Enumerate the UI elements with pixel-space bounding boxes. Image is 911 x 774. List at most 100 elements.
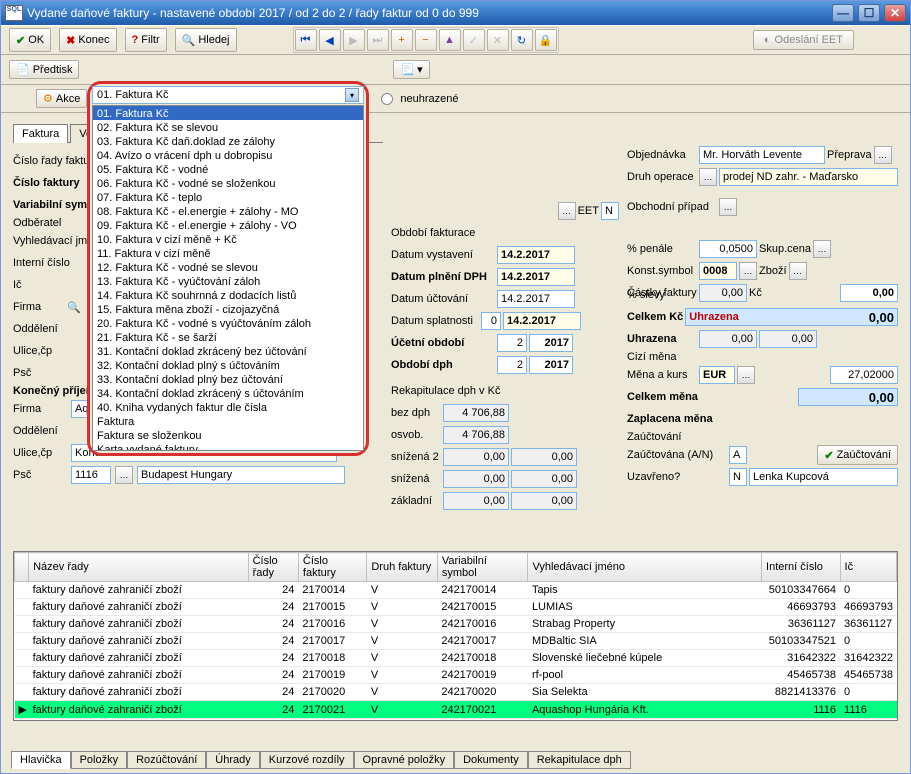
table-row[interactable]: faktury daňové zahraničí zboží242170015V… <box>15 599 897 616</box>
add-button[interactable]: + <box>391 29 413 51</box>
ucetni-m-field[interactable]: 2 <box>497 334 527 352</box>
psc2-pick-button[interactable]: … <box>115 466 133 484</box>
grid-header[interactable]: Název řady <box>29 553 248 582</box>
close-button[interactable]: ✕ <box>884 4 906 22</box>
konec-button[interactable]: ✖Konec <box>59 28 116 52</box>
psc2-code-field[interactable]: 1116 <box>71 466 111 484</box>
uzavreno-field[interactable]: N <box>729 468 747 486</box>
template-option[interactable]: Faktura <box>93 414 363 428</box>
grid-header[interactable]: Vyhledávací jméno <box>528 553 762 582</box>
template-option[interactable]: 03. Faktura Kč daň.doklad ze zálohy <box>93 134 363 148</box>
eet-button[interactable]: ◐Odeslání EET <box>753 30 854 50</box>
template-option[interactable]: Faktura se složenkou <box>93 428 363 442</box>
neuhrazene-radio[interactable] <box>381 93 393 105</box>
template-option[interactable]: 02. Faktura Kč se slevou <box>93 120 363 134</box>
preprava-pick[interactable]: … <box>874 146 892 164</box>
grid-header[interactable]: Interní číslo <box>762 553 841 582</box>
nav-prev-button[interactable]: ◀ <box>319 29 341 51</box>
zauct-an-field[interactable]: A <box>729 446 747 464</box>
cancel-edit-button[interactable]: ✕ <box>487 29 509 51</box>
splat-offset-field[interactable]: 0 <box>481 312 501 330</box>
refresh-button[interactable]: ↻ <box>511 29 533 51</box>
datum-dph-field[interactable]: 14.2.2017 <box>497 268 575 286</box>
table-row[interactable]: faktury daňové zahraničí zboží242170016V… <box>15 616 897 633</box>
hledej-button[interactable]: 🔍Hledej <box>175 28 237 52</box>
template-combo[interactable]: 01. Faktura Kč ▾ <box>92 86 364 104</box>
template-list[interactable]: 01. Faktura Kč02. Faktura Kč se slevou03… <box>92 105 364 451</box>
template-option[interactable]: 11. Faktura v cizí měně <box>93 246 363 260</box>
template-option[interactable]: 01. Faktura Kč <box>93 106 363 120</box>
table-row[interactable]: ▶faktury daňové zahraničí zboží242170021… <box>15 701 897 719</box>
objednavka-field[interactable]: Mr. Horváth Levente <box>699 146 825 164</box>
template-option[interactable]: 10. Faktura v cizí měně + Kč <box>93 232 363 246</box>
template-option[interactable]: 07. Faktura Kč - teplo <box>93 190 363 204</box>
template-option[interactable]: 32. Kontační doklad plný s účtováním <box>93 358 363 372</box>
tran-pick-button[interactable]: … <box>558 202 576 220</box>
template-option[interactable]: 05. Faktura Kč - vodné <box>93 162 363 176</box>
grid-header[interactable]: Variabilní symbol <box>437 553 528 582</box>
maximize-button[interactable]: ☐ <box>858 4 880 22</box>
doc-dropdown-button[interactable]: 📃▾ <box>393 60 429 79</box>
detail-tab[interactable]: Opravné položky <box>354 751 455 769</box>
up-button[interactable]: ▲ <box>439 29 461 51</box>
template-option[interactable]: 14. Faktura Kč souhrnná z dodacích listů <box>93 288 363 302</box>
grid-header[interactable]: Druh faktury <box>367 553 437 582</box>
skup-cena-pick[interactable]: … <box>813 240 831 258</box>
minimize-button[interactable]: — <box>832 4 854 22</box>
grid-header[interactable]: Číslo faktury <box>298 553 366 582</box>
obch-pripad-pick[interactable]: … <box>719 198 737 216</box>
detail-tab[interactable]: Dokumenty <box>454 751 528 769</box>
template-option[interactable]: 34. Kontační doklad zkrácený s účtováním <box>93 386 363 400</box>
konst-sym-field[interactable]: 0008 <box>699 262 737 280</box>
template-option[interactable]: 08. Faktura Kč - el.energie + zálohy - M… <box>93 204 363 218</box>
template-option[interactable]: 12. Faktura Kč - vodné se slevou <box>93 260 363 274</box>
filtr-button[interactable]: ?Filtr <box>125 28 167 52</box>
datum-vyst-field[interactable]: 14.2.2017 <box>497 246 575 264</box>
grid-header[interactable] <box>15 553 29 582</box>
druh-op-pick[interactable]: … <box>699 168 717 186</box>
pct-slevy-field[interactable]: 0,00 <box>840 284 898 302</box>
eet-field[interactable]: N <box>601 202 619 220</box>
template-option[interactable]: 21. Faktura Kč - se šarží <box>93 330 363 344</box>
template-option[interactable]: 31. Kontační doklad zkrácený bez účtován… <box>93 344 363 358</box>
mena-pick[interactable]: … <box>737 366 755 384</box>
predtisk-button[interactable]: 📄Předtisk <box>9 60 79 79</box>
nav-first-button[interactable]: ⏮ <box>295 29 317 51</box>
obdobi-dph-m-field[interactable]: 2 <box>497 356 527 374</box>
table-row[interactable]: faktury daňové zahraničí zboží242170018V… <box>15 650 897 667</box>
confirm-button[interactable]: ✓ <box>463 29 485 51</box>
template-option[interactable]: 40. Kniha vydaných faktur dle čísla <box>93 400 363 414</box>
template-option[interactable]: 06. Faktura Kč - vodné se složenkou <box>93 176 363 190</box>
zbozi-pick[interactable]: … <box>789 262 807 280</box>
template-option[interactable]: 09. Faktura Kč - el.energie + zálohy - V… <box>93 218 363 232</box>
template-option[interactable]: 15. Faktura měna zboží - cizojazyčná <box>93 302 363 316</box>
detail-tab[interactable]: Položky <box>71 751 128 769</box>
template-option[interactable]: 20. Faktura Kč - vodné s vyúčtováním zál… <box>93 316 363 330</box>
grid-header[interactable]: Ič <box>840 553 896 582</box>
template-option[interactable]: 33. Kontační doklad plný bez účtování <box>93 372 363 386</box>
chevron-down-icon[interactable]: ▾ <box>345 88 359 102</box>
zauctovani-button[interactable]: ✔Zaúčtování <box>817 445 898 465</box>
detail-tab[interactable]: Rozúčtování <box>127 751 206 769</box>
table-row[interactable]: faktury daňové zahraničí zboží242170020V… <box>15 684 897 701</box>
konst-sym-pick[interactable]: … <box>739 262 757 280</box>
nav-next-button[interactable]: ▶ <box>343 29 365 51</box>
psc2-city-field[interactable]: Budapest Hungary <box>137 466 345 484</box>
template-option[interactable]: Karta vydané faktury <box>93 442 363 451</box>
ok-button[interactable]: ✔OK <box>9 28 51 52</box>
lock-button[interactable]: 🔒 <box>535 29 557 51</box>
remove-button[interactable]: − <box>415 29 437 51</box>
nav-last-button[interactable]: ⏭ <box>367 29 389 51</box>
detail-tab[interactable]: Kurzové rozdíly <box>260 751 354 769</box>
detail-tab[interactable]: Úhrady <box>206 751 259 769</box>
datum-uct-field[interactable]: 14.2.2017 <box>497 290 575 308</box>
akce-button[interactable]: ⚙Akce <box>36 89 87 108</box>
detail-tab[interactable]: Rekapitulace dph <box>528 751 631 769</box>
invoice-grid[interactable]: Název řadyČíslo řadyČíslo fakturyDruh fa… <box>13 551 898 721</box>
template-option[interactable]: 13. Faktura Kč - vyúčtování záloh <box>93 274 363 288</box>
table-row[interactable]: faktury daňové zahraničí zboží242170014V… <box>15 582 897 599</box>
obdobi-dph-r-field[interactable]: 2017 <box>529 356 573 374</box>
ucetni-r-field[interactable]: 2017 <box>529 334 573 352</box>
kurs-field[interactable]: 27,02000 <box>830 366 898 384</box>
druh-op-field[interactable]: prodej ND zahr. - Maďarsko <box>719 168 898 186</box>
